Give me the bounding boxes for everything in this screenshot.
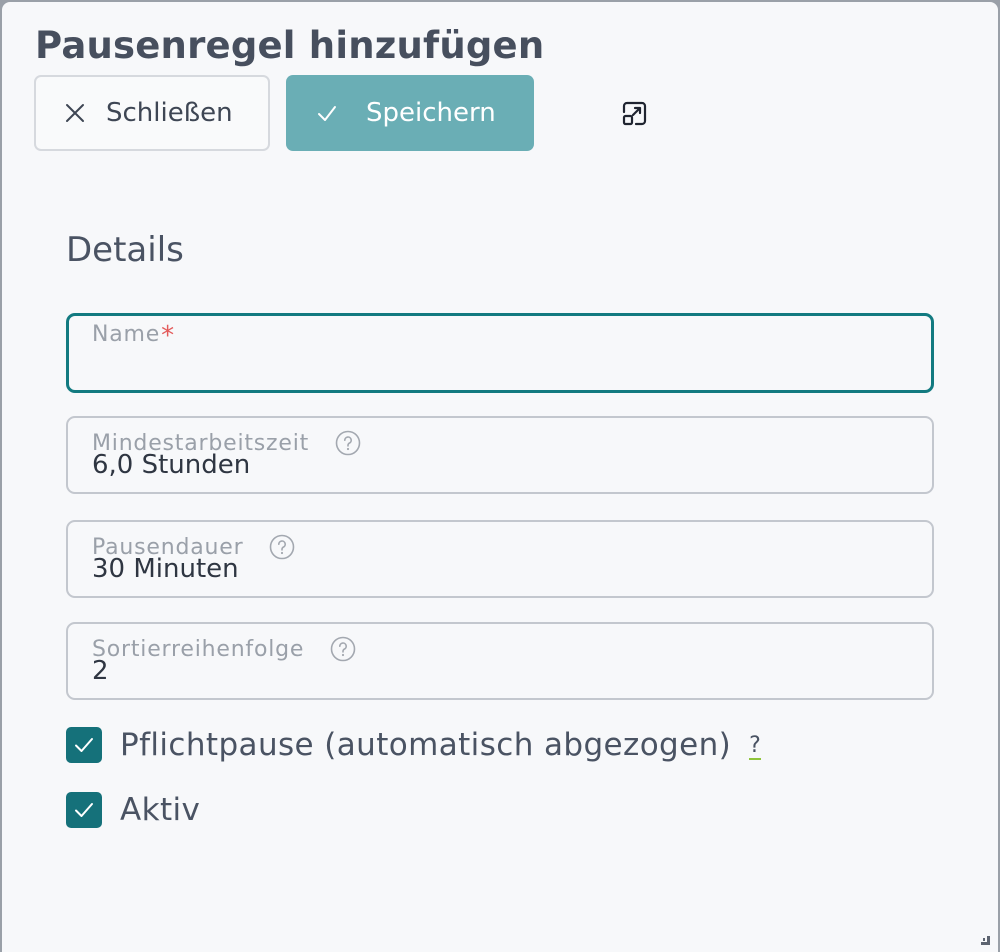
pflichtpause-label[interactable]: Pflichtpause (automatisch abgezogen) (120, 727, 731, 763)
aktiv-row: Aktiv (66, 792, 200, 828)
sortierreihenfolge-field[interactable]: Sortierreihenfolge 2 (66, 622, 934, 700)
name-label-text: Name (92, 321, 161, 347)
resize-grip-icon[interactable] (978, 932, 992, 946)
sortierreihenfolge-field-label: Sortierreihenfolge (92, 636, 356, 662)
expand-icon[interactable] (620, 100, 648, 128)
close-button-label: Schließen (106, 98, 233, 128)
checkmark-icon (75, 738, 93, 752)
section-title-details: Details (66, 230, 184, 270)
close-button[interactable]: Schließen (34, 75, 270, 151)
aktiv-checkbox[interactable] (66, 792, 102, 828)
sortierreihenfolge-label-text: Sortierreihenfolge (92, 636, 305, 662)
aktiv-label[interactable]: Aktiv (120, 792, 200, 828)
pausendauer-field-value: 30 Minuten (92, 554, 239, 584)
help-circle-icon[interactable] (330, 636, 356, 662)
pausendauer-field[interactable]: Pausendauer 30 Minuten (66, 520, 934, 598)
sortierreihenfolge-field-value: 2 (92, 656, 109, 686)
save-button-label: Speichern (366, 98, 496, 128)
name-field-label: Name * (92, 321, 175, 351)
save-button[interactable]: Speichern (286, 75, 534, 151)
dialog-title: Pausenregel hinzufügen (35, 24, 545, 67)
dialog: Pausenregel hinzufügen Schließen Speiche… (2, 2, 998, 952)
check-icon (316, 102, 338, 124)
name-field[interactable]: Name * (66, 313, 934, 393)
pflichtpause-checkbox[interactable] (66, 727, 102, 763)
mindestarbeitszeit-field-value: 6,0 Stunden (92, 450, 251, 480)
checkmark-icon (75, 803, 93, 817)
pflichtpause-help[interactable]: ? (749, 733, 761, 761)
close-icon (64, 102, 86, 124)
required-marker: * (161, 321, 175, 351)
mindestarbeitszeit-field[interactable]: Mindestarbeitszeit 6,0 Stunden (66, 416, 934, 494)
help-circle-icon[interactable] (269, 534, 295, 560)
help-circle-icon[interactable] (335, 430, 361, 456)
pflichtpause-row: Pflichtpause (automatisch abgezogen) ? (66, 727, 761, 763)
